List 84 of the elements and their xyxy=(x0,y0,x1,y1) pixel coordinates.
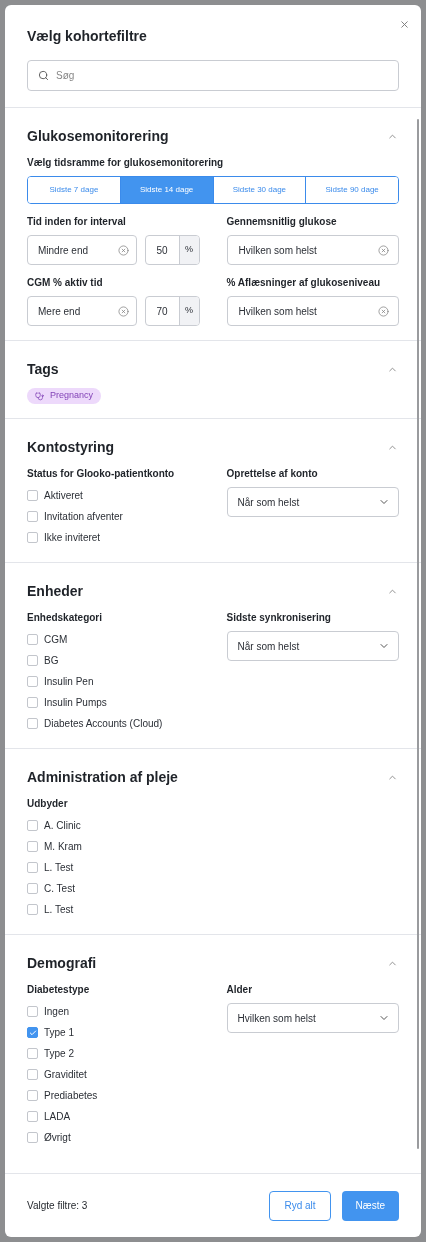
field-label: Status for Glooko-patientkonto xyxy=(27,467,176,481)
unit-addon: % xyxy=(178,297,199,325)
section-title: Demografi xyxy=(27,954,97,973)
clear-icon xyxy=(378,305,389,317)
checkbox-label: Prediabetes xyxy=(44,1089,98,1103)
field-label: Gennemsnitlig glukose xyxy=(226,215,338,229)
section-title: Administration af pleje xyxy=(27,768,178,787)
checkbox[interactable] xyxy=(27,883,38,894)
checkbox-label: Ingen xyxy=(44,1005,70,1019)
select-field[interactable]: Hvilken som helst xyxy=(226,235,399,265)
checkbox-label: Insulin Pumps xyxy=(44,696,107,710)
field-label: Oprettelse af konto xyxy=(226,467,319,481)
filter-count: Valgte filtre: 3 xyxy=(27,1199,88,1213)
scrollbar[interactable] xyxy=(417,119,419,1149)
checkbox[interactable] xyxy=(27,1006,38,1017)
segment-tab[interactable]: Sidste 90 dage xyxy=(305,177,398,203)
clear-icon xyxy=(378,244,389,256)
dropdown[interactable]: Når som helst xyxy=(226,487,399,517)
operator-field[interactable]: Mindre end xyxy=(27,235,137,265)
search-field[interactable]: Søg xyxy=(27,60,399,91)
dropdown[interactable]: Når som helst xyxy=(226,631,399,661)
field-label: Diabetestype xyxy=(27,983,91,997)
checkbox[interactable] xyxy=(27,532,38,543)
number-field[interactable]: 50 % xyxy=(144,235,200,265)
checkbox[interactable] xyxy=(27,1132,38,1143)
checkbox[interactable] xyxy=(27,1069,38,1080)
checkbox-label: CGM xyxy=(44,633,68,647)
select-field[interactable]: Hvilken som helst xyxy=(226,296,399,326)
checkbox-label: Insulin Pen xyxy=(44,675,94,689)
field-label: Alder xyxy=(226,983,254,997)
checkbox[interactable] xyxy=(27,697,38,708)
checkbox-label: LADA xyxy=(44,1110,71,1124)
operator-field[interactable]: Mere end xyxy=(27,296,137,326)
field-label: Vælg tidsramme for glukosemonitorering xyxy=(27,156,225,170)
checkbox-label: L. Test xyxy=(44,903,74,917)
field-label: CGM % aktiv tid xyxy=(27,276,104,290)
close-icon xyxy=(398,18,410,30)
section-title: Tags xyxy=(27,360,59,379)
checkbox-label: M. Kram xyxy=(44,840,82,854)
checkbox[interactable] xyxy=(27,841,38,852)
checkbox[interactable] xyxy=(27,1111,38,1122)
checkbox[interactable] xyxy=(27,904,38,915)
field-label: Enhedskategori xyxy=(27,611,104,625)
checkbox-label: Graviditet xyxy=(44,1068,87,1082)
checkbox[interactable] xyxy=(27,718,38,729)
checkbox[interactable] xyxy=(27,1027,38,1038)
checkbox[interactable] xyxy=(27,634,38,645)
checkbox[interactable] xyxy=(27,511,38,522)
checkbox-label: Type 1 xyxy=(44,1026,75,1040)
field-label: Sidste synkronisering xyxy=(226,611,332,625)
checkbox[interactable] xyxy=(27,1090,38,1101)
checkbox-label: Diabetes Accounts (Cloud) xyxy=(44,717,163,731)
checkbox-label: Invitation afventer xyxy=(44,510,123,524)
section-title: Glukosemonitorering xyxy=(27,127,169,146)
number-field[interactable]: 70 % xyxy=(144,296,200,326)
dialog-title: Vælg kohortefiltre xyxy=(27,27,148,46)
checkbox[interactable] xyxy=(27,1048,38,1059)
clear-icon xyxy=(117,244,129,256)
checkbox[interactable] xyxy=(27,862,38,873)
checkbox-label: Ikke inviteret xyxy=(44,531,101,545)
checkbox-label: BG xyxy=(44,654,59,668)
dropdown[interactable]: Hvilken som helst xyxy=(226,1003,399,1033)
checkbox-label: Type 2 xyxy=(44,1047,75,1061)
checkbox[interactable] xyxy=(27,655,38,666)
clear-button[interactable]: Ryd alt xyxy=(269,1190,331,1221)
checkbox-label: A. Clinic xyxy=(44,819,81,833)
clear-icon xyxy=(117,305,129,317)
section-title: Kontostyring xyxy=(27,438,115,457)
checkbox-label: Aktiveret xyxy=(44,489,83,503)
checkbox-label: Øvrigt xyxy=(44,1131,71,1145)
section-title: Enheder xyxy=(27,582,83,601)
stethoscope-icon xyxy=(35,391,44,401)
field-label: Tid inden for interval xyxy=(27,215,127,229)
field-label: Udbyder xyxy=(27,797,69,811)
unit-addon: % xyxy=(178,236,199,264)
field-label: % Aflæsninger af glukoseniveau xyxy=(226,276,382,290)
checkbox-label: C. Test xyxy=(44,882,75,896)
checkbox[interactable] xyxy=(27,490,38,501)
checkbox[interactable] xyxy=(27,820,38,831)
checkbox[interactable] xyxy=(27,676,38,687)
tag-chip[interactable]: Pregnancy xyxy=(27,388,102,404)
search-icon xyxy=(38,70,49,81)
check-icon xyxy=(28,1028,37,1037)
checkbox-label: L. Test xyxy=(44,861,74,875)
